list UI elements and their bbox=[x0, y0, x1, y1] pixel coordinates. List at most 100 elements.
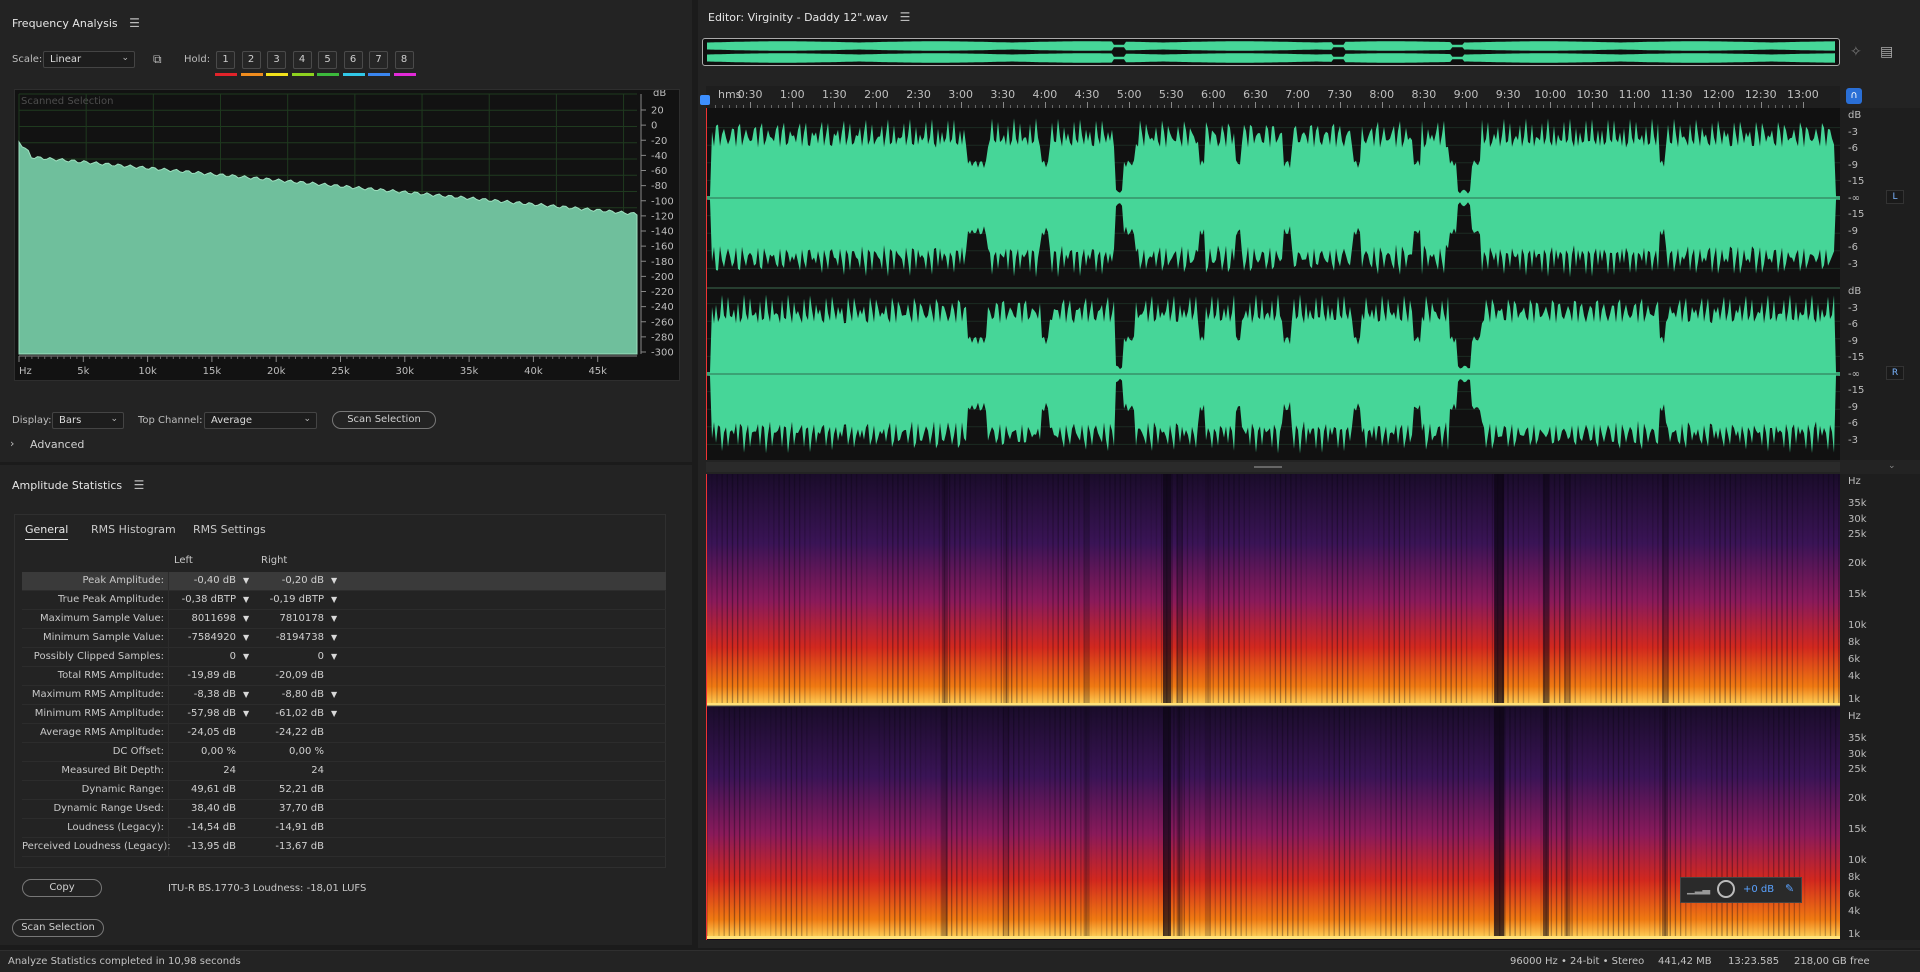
panel-menu-icon[interactable]: ☰ bbox=[900, 10, 911, 24]
db-scale-label: -3 bbox=[1848, 434, 1858, 446]
db-scale-label: -15 bbox=[1848, 176, 1865, 187]
overview-waveform[interactable] bbox=[702, 38, 1840, 66]
panel-menu-icon[interactable]: ☰ bbox=[134, 478, 145, 492]
gain-knob-icon[interactable] bbox=[1717, 880, 1735, 898]
stats-left-value: 38,40 dB bbox=[190, 803, 236, 814]
panel-menu-icon[interactable]: ☰ bbox=[129, 16, 140, 30]
stats-row-label: Dynamic Range: bbox=[81, 784, 164, 795]
db-tick-label: -140 bbox=[651, 227, 674, 238]
goto-marker-icon[interactable]: ▼ bbox=[331, 614, 337, 623]
hz-scale-label: 8k bbox=[1848, 637, 1861, 649]
db-tick-label: 0 bbox=[651, 121, 657, 132]
divider-handle[interactable] bbox=[1254, 466, 1282, 468]
hold-button-6[interactable]: 6 bbox=[343, 51, 363, 69]
spectrum-bars bbox=[18, 140, 638, 355]
hold-button-1[interactable]: 1 bbox=[216, 51, 235, 69]
hold-button-4[interactable]: 4 bbox=[292, 51, 312, 69]
time-ruler[interactable]: hms 0:30 1:00 1:30 2:00 2:30 3:00 3:30 4:00 4:30 5… bbox=[706, 86, 1840, 108]
hold-copy-icon[interactable]: ⧉ bbox=[153, 52, 162, 67]
ruler-tick-label: 1:30 bbox=[821, 88, 847, 101]
tab-rms-histogram[interactable]: RMS Histogram bbox=[91, 523, 176, 536]
chevron-down-icon[interactable]: ⌄ bbox=[1888, 461, 1896, 471]
ruler-tick-label: 0:30 bbox=[737, 88, 763, 101]
overview-channel-right bbox=[707, 53, 1835, 63]
goto-marker-icon[interactable]: ▼ bbox=[243, 595, 249, 604]
playhead-marker[interactable] bbox=[700, 95, 710, 105]
goto-marker-icon[interactable]: ▼ bbox=[243, 576, 249, 585]
goto-marker-icon[interactable]: ▼ bbox=[243, 633, 249, 642]
frequency-plot[interactable]: Scanned Selection dB 20 0 -20 -40 -60 -80 -100 -1… bbox=[14, 88, 680, 381]
scale-dropdown[interactable]: Linear ⌄ bbox=[43, 51, 135, 68]
goto-marker-icon[interactable]: ▼ bbox=[331, 652, 337, 661]
stats-left-value: -57,98 dB bbox=[187, 708, 236, 719]
ruler-tick-label: 5:30 bbox=[1158, 88, 1184, 101]
ruler-tick-label: 12:30 bbox=[1744, 88, 1777, 101]
hz-tick-label: 40k bbox=[524, 366, 543, 377]
hold-button-5[interactable]: 5 bbox=[318, 51, 337, 69]
stats-row: Measured Bit Depth: 24 24 bbox=[22, 762, 666, 781]
stats-row-label: Maximum RMS Amplitude: bbox=[31, 689, 164, 700]
gain-hud[interactable]: ▁▂▃ +0 dB ✎ bbox=[1680, 877, 1802, 903]
hold-button-7[interactable]: 7 bbox=[369, 51, 388, 69]
goto-marker-icon[interactable]: ▼ bbox=[243, 614, 249, 623]
goto-marker-icon[interactable]: ▼ bbox=[331, 633, 337, 642]
copy-button[interactable]: Copy bbox=[22, 879, 102, 897]
panel-divider[interactable] bbox=[706, 462, 1840, 472]
zoom-icon[interactable]: ✧ bbox=[1850, 44, 1862, 60]
goto-marker-icon[interactable]: ▼ bbox=[243, 690, 249, 699]
gain-value[interactable]: +0 dB bbox=[1743, 884, 1774, 895]
hold-button-2[interactable]: 2 bbox=[241, 51, 261, 69]
db-scale-label: -9 bbox=[1848, 401, 1858, 413]
goto-marker-icon[interactable]: ▼ bbox=[331, 595, 337, 604]
waveform-display[interactable] bbox=[706, 108, 1840, 460]
row-separator bbox=[168, 705, 169, 724]
goto-marker-icon[interactable]: ▼ bbox=[243, 709, 249, 718]
row-separator bbox=[168, 819, 169, 838]
stats-right-value: 0 bbox=[317, 651, 324, 662]
hold-button-8[interactable]: 8 bbox=[394, 51, 414, 69]
goto-marker-icon[interactable]: ▼ bbox=[331, 709, 337, 718]
goto-marker-icon[interactable]: ▼ bbox=[331, 576, 337, 585]
db-scale-label: -3 bbox=[1848, 302, 1858, 314]
scan-selection-button[interactable]: Scan Selection bbox=[332, 411, 436, 429]
db-scale-label: -6 bbox=[1848, 319, 1858, 330]
ruler-tick-label: 11:30 bbox=[1660, 88, 1693, 101]
db-tick-label: -20 bbox=[651, 136, 667, 147]
channel-right-badge[interactable]: R bbox=[1886, 366, 1904, 380]
stats-row: Peak Amplitude: -0,40 dB -0,20 dB ▼ ▼ bbox=[22, 572, 666, 591]
tab-rms-settings[interactable]: RMS Settings bbox=[193, 523, 266, 536]
channel-left-badge[interactable]: L bbox=[1886, 190, 1904, 204]
hz-tick-label: 35k bbox=[460, 366, 479, 377]
db-tick-label: -180 bbox=[651, 257, 674, 268]
ruler-tick-label: 3:30 bbox=[990, 88, 1016, 101]
stats-right-value: 0,00 % bbox=[289, 746, 324, 757]
chevron-down-icon: ⌄ bbox=[121, 53, 129, 63]
stats-row-label: Maximum Sample Value: bbox=[40, 613, 164, 624]
pin-icon[interactable]: ✎ bbox=[1785, 882, 1794, 895]
top-channel-dropdown[interactable]: Average ⌄ bbox=[204, 412, 317, 429]
goto-marker-icon[interactable]: ▼ bbox=[331, 690, 337, 699]
frequency-chart: Scanned Selection dB 20 0 -20 -40 -60 -80 -100 -1… bbox=[18, 88, 674, 377]
scan-selection-button[interactable]: Scan Selection bbox=[12, 919, 104, 937]
advanced-toggle[interactable]: Advanced bbox=[30, 438, 84, 451]
chevron-right-icon[interactable]: › bbox=[10, 437, 14, 450]
tab-general[interactable]: General bbox=[25, 523, 69, 540]
db-scale-label: -15 bbox=[1848, 209, 1865, 220]
stats-row: True Peak Amplitude: -0,38 dBTP -0,19 dBTP… bbox=[22, 591, 666, 610]
hz-scale: Hz 35k 30k 25k 20k 15k 10k 8k 6k 4k 1k Hz 35k 30k 25k 2… bbox=[1840, 474, 1920, 940]
goto-marker-icon[interactable]: ▼ bbox=[243, 652, 249, 661]
status-size: 441,42 MB bbox=[1658, 956, 1712, 967]
display-dropdown[interactable]: Bars ⌄ bbox=[52, 412, 124, 429]
headphone-icon[interactable]: ∩ bbox=[1846, 88, 1862, 104]
stats-right-value: -13,67 dB bbox=[275, 841, 324, 852]
hz-tick-label: 5k bbox=[77, 366, 89, 377]
spectrogram-display[interactable] bbox=[706, 474, 1840, 940]
db-scale-label: -6 bbox=[1848, 143, 1858, 154]
frequency-analysis-panel: Frequency Analysis ☰ Scale: Linear ⌄ ⧉ H… bbox=[0, 0, 692, 462]
db-scale-label: -15 bbox=[1848, 352, 1865, 363]
hold-button-3[interactable]: 3 bbox=[267, 51, 286, 69]
view-toggle-icon[interactable]: ▤ bbox=[1880, 44, 1893, 60]
db-tick-label: -100 bbox=[651, 196, 674, 207]
hz-scale-label: Hz bbox=[1848, 711, 1861, 723]
stats-right-value: 7810178 bbox=[279, 613, 324, 624]
